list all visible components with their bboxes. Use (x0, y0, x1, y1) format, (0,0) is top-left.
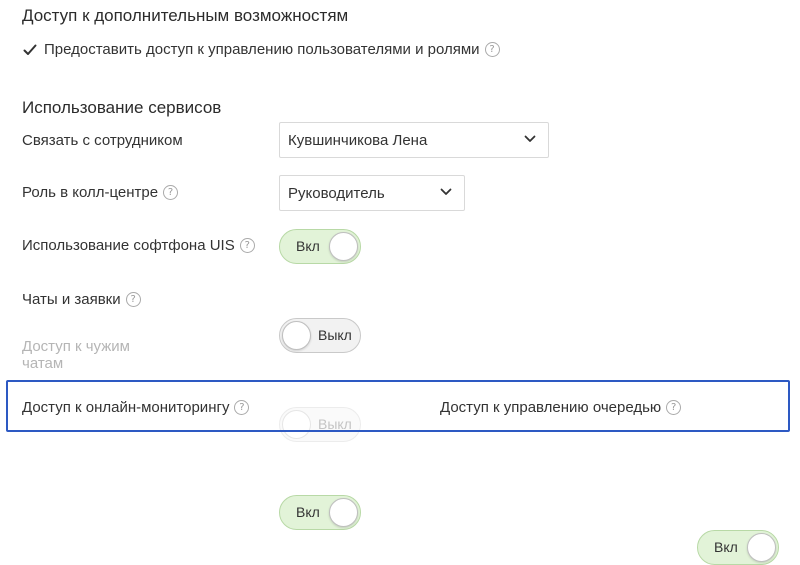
help-icon[interactable]: ? (484, 42, 500, 57)
chats-label: Чаты и заявки ? (22, 291, 141, 308)
callcenter-role-value: Руководитель (288, 184, 385, 202)
others-chats-label: Доступ к чужим чатам (22, 338, 130, 372)
callcenter-role-label: Роль в колл-центре ? (22, 184, 179, 201)
services-section-title: Использование сервисов (22, 98, 222, 117)
softphone-toggle[interactable]: Вкл (279, 229, 361, 264)
queue-management-label: Доступ к управлению очередью ? (440, 399, 682, 416)
chats-label-text: Чаты и заявки (22, 291, 121, 308)
chevron-down-icon (524, 135, 536, 142)
help-icon[interactable]: ? (234, 400, 250, 415)
toggle-knob (329, 498, 358, 527)
toggle-knob (747, 533, 776, 562)
softphone-label: Использование софтфона UIS ? (22, 237, 255, 254)
online-monitoring-label: Доступ к онлайн-мониторингу ? (22, 399, 250, 416)
chats-toggle[interactable]: Выкл (279, 318, 361, 353)
toggle-state-label: Вкл (714, 539, 738, 555)
callcenter-role-label-text: Роль в колл-центре (22, 184, 159, 201)
toggle-state-label: Выкл (318, 327, 352, 343)
toggle-state-label: Вкл (296, 504, 320, 520)
online-monitoring-toggle[interactable]: Вкл (279, 495, 361, 530)
softphone-label-text: Использование софтфона UIS (22, 237, 235, 254)
chevron-down-icon (440, 188, 452, 195)
help-icon[interactable]: ? (666, 400, 682, 415)
help-icon[interactable]: ? (239, 238, 255, 253)
link-employee-value: Кувшинчикова Лена (288, 131, 428, 149)
toggle-state-label: Вкл (296, 238, 320, 254)
callcenter-role-select[interactable]: Руководитель (279, 175, 465, 211)
user-role-access-row: Предоставить доступ к управлению пользов… (22, 41, 500, 58)
help-icon[interactable]: ? (125, 292, 141, 307)
user-role-access-label: Предоставить доступ к управлению пользов… (44, 41, 480, 58)
link-employee-label: Связать с сотрудником (22, 132, 183, 149)
link-employee-select[interactable]: Кувшинчикова Лена (279, 122, 549, 158)
toggle-knob (329, 232, 358, 261)
user-role-access-checkbox[interactable] (22, 42, 38, 58)
extra-access-section-title: Доступ к дополнительным возможностям (22, 6, 349, 25)
help-icon[interactable]: ? (163, 185, 179, 200)
queue-management-label-text: Доступ к управлению очередью (440, 399, 662, 416)
online-monitoring-label-text: Доступ к онлайн-мониторингу (22, 399, 230, 416)
checkmark-icon (23, 44, 37, 55)
toggle-knob (282, 321, 311, 350)
queue-management-toggle[interactable]: Вкл (697, 530, 779, 565)
link-employee-label-text: Связать с сотрудником (22, 132, 183, 149)
